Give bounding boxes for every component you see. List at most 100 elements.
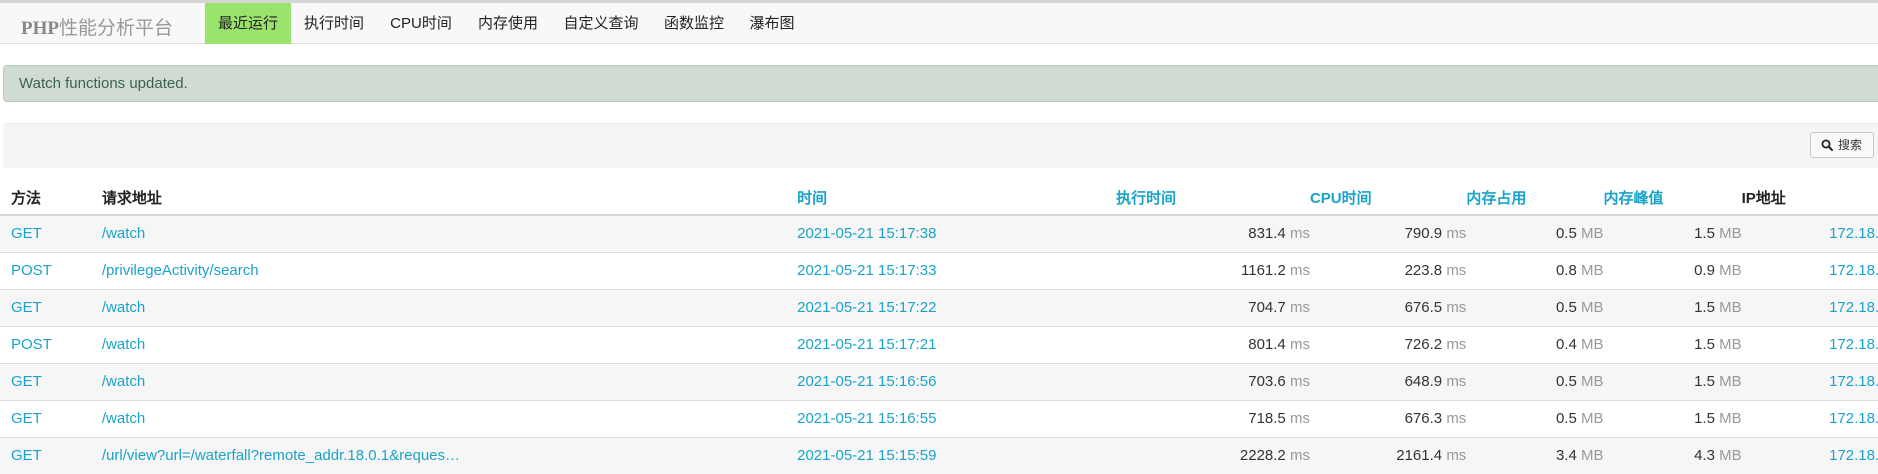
ip-link[interactable]: 172.18.0.1	[1829, 225, 1878, 242]
unit-mb: MB	[1580, 447, 1604, 465]
unit-mb: MB	[1580, 410, 1604, 427]
url-link[interactable]: /watch	[102, 299, 145, 316]
unit-ms: ms	[1446, 447, 1467, 465]
unit-mb: MB	[1719, 262, 1742, 279]
unit-ms: ms	[1446, 373, 1467, 390]
url-link[interactable]: /watch	[102, 225, 145, 242]
peak-memory-value: 0.9	[1694, 262, 1715, 279]
method-link[interactable]: GET	[11, 447, 42, 464]
exec-time-value: 1161.2	[1241, 262, 1286, 279]
search-button[interactable]: 搜索	[1810, 132, 1874, 158]
cpu-time-value: 648.9	[1404, 373, 1443, 390]
unit-ms: ms	[1446, 336, 1467, 353]
unit-ms: ms	[1289, 447, 1310, 465]
peak-memory-value: 1.5	[1694, 410, 1715, 427]
unit-mb: MB	[1580, 262, 1604, 279]
unit-ms: ms	[1446, 225, 1467, 243]
nav-custom-query[interactable]: 自定义查询	[551, 3, 651, 44]
time-link[interactable]: 2021-05-21 15:17:21	[797, 336, 936, 353]
time-link[interactable]: 2021-05-21 15:17:38	[797, 225, 936, 242]
exec-time-value: 704.7	[1248, 299, 1286, 316]
ip-link[interactable]: 172.18.0.1	[1829, 262, 1878, 279]
memory-value: 0.4	[1555, 336, 1577, 353]
ip-link[interactable]: 172.18.0.1	[1829, 299, 1878, 316]
nav-exec-time[interactable]: 执行时间	[291, 3, 377, 44]
method-link[interactable]: GET	[11, 373, 42, 390]
table-row: GET/watch 2021-05-21 15:16:55 718.5 ms 676.…	[0, 399, 1878, 437]
cpu-time-value: 790.9	[1404, 225, 1443, 243]
ip-link[interactable]: 172.18.0.1	[1829, 373, 1878, 390]
unit-ms: ms	[1446, 410, 1467, 427]
unit-mb: MB	[1580, 299, 1604, 316]
col-time[interactable]: 时间	[797, 181, 1117, 216]
col-peak-memory[interactable]: 内存峰值	[1603, 181, 1742, 216]
cpu-time-value: 676.5	[1404, 299, 1443, 316]
nav-waterfall[interactable]: 瀑布图	[737, 3, 807, 44]
unit-mb: MB	[1580, 373, 1604, 390]
unit-ms: ms	[1289, 373, 1310, 390]
peak-memory-value: 4.3	[1694, 447, 1715, 465]
method-link[interactable]: GET	[11, 410, 42, 427]
success-alert: Watch functions updated.	[3, 65, 1878, 102]
time-link[interactable]: 2021-05-21 15:17:33	[797, 262, 936, 279]
unit-mb: MB	[1580, 225, 1604, 243]
col-cpu-time[interactable]: CPU时间	[1309, 181, 1467, 216]
table-header-row: 方法 请求地址 时间 执行时间 CPU时间 内存占用 内存峰值 IP地址	[0, 181, 1878, 216]
unit-mb: MB	[1719, 410, 1742, 427]
method-link[interactable]: POST	[11, 262, 52, 279]
url-link[interactable]: /watch	[102, 373, 145, 390]
time-link[interactable]: 2021-05-21 15:17:22	[797, 299, 936, 316]
ip-link[interactable]: 172.18.0.1	[1829, 447, 1878, 464]
exec-time-value: 703.6	[1248, 373, 1286, 390]
unit-mb: MB	[1719, 299, 1742, 316]
unit-mb: MB	[1719, 336, 1742, 353]
col-memory[interactable]: 内存占用	[1466, 181, 1604, 216]
memory-value: 0.5	[1555, 225, 1577, 243]
search-button-label: 搜索	[1838, 138, 1863, 152]
exec-time-value: 718.5	[1248, 410, 1286, 427]
nav-memory-usage[interactable]: 内存使用	[465, 3, 551, 44]
table-row: POST/watch 2021-05-21 15:17:21 801.4 ms 726…	[0, 325, 1878, 363]
brand-title: 性能分析平台	[59, 18, 174, 39]
col-url: 请求地址	[101, 181, 798, 216]
cpu-time-value: 726.2	[1404, 336, 1443, 353]
unit-ms: ms	[1289, 225, 1310, 243]
time-link[interactable]: 2021-05-21 15:16:56	[797, 373, 936, 390]
unit-ms: ms	[1446, 262, 1467, 279]
method-link[interactable]: GET	[11, 225, 42, 242]
cpu-time-value: 676.3	[1404, 410, 1443, 427]
unit-ms: ms	[1446, 299, 1467, 316]
memory-value: 0.5	[1555, 410, 1577, 427]
brand-logo[interactable]: PHP性能分析平台	[21, 13, 173, 40]
url-link[interactable]: /privilegeActivity/search	[102, 262, 259, 279]
nav-recent-runs[interactable]: 最近运行	[205, 3, 291, 44]
method-link[interactable]: GET	[11, 299, 42, 316]
peak-memory-value: 1.5	[1694, 373, 1715, 390]
table-row: GET/watch 2021-05-21 15:16:56 703.6 ms 648.…	[0, 362, 1878, 400]
exec-time-value: 831.4	[1248, 225, 1286, 243]
unit-mb: MB	[1580, 336, 1604, 353]
table-row: GET/watch 2021-05-21 15:17:22 704.7 ms 676.…	[0, 288, 1878, 326]
unit-mb: MB	[1719, 447, 1742, 465]
col-exec-time[interactable]: 执行时间	[1116, 181, 1310, 216]
url-link[interactable]: /url/view?url=/waterfall?remote_addr.18.…	[102, 447, 460, 464]
method-link[interactable]: POST	[11, 336, 52, 353]
nav-function-watch[interactable]: 函数监控	[651, 3, 737, 44]
time-link[interactable]: 2021-05-21 15:16:55	[797, 410, 936, 427]
ip-link[interactable]: 172.18.0.1	[1829, 410, 1878, 427]
exec-time-value: 2228.2	[1239, 447, 1286, 465]
memory-value: 0.5	[1555, 373, 1577, 390]
url-link[interactable]: /watch	[102, 410, 145, 427]
exec-time-value: 801.4	[1248, 336, 1286, 353]
url-link[interactable]: /watch	[102, 336, 145, 353]
ip-link[interactable]: 172.18.0.1	[1829, 336, 1878, 353]
search-toolbar	[3, 123, 1878, 168]
cpu-time-value: 223.8	[1404, 262, 1443, 279]
unit-ms: ms	[1289, 262, 1310, 279]
col-method: 方法	[0, 181, 102, 216]
memory-value: 3.4	[1555, 447, 1577, 465]
nav-cpu-time[interactable]: CPU时间	[377, 3, 465, 44]
time-link[interactable]: 2021-05-21 15:15:59	[797, 447, 936, 464]
col-ip: IP地址	[1741, 181, 1878, 216]
unit-mb: MB	[1719, 225, 1742, 243]
